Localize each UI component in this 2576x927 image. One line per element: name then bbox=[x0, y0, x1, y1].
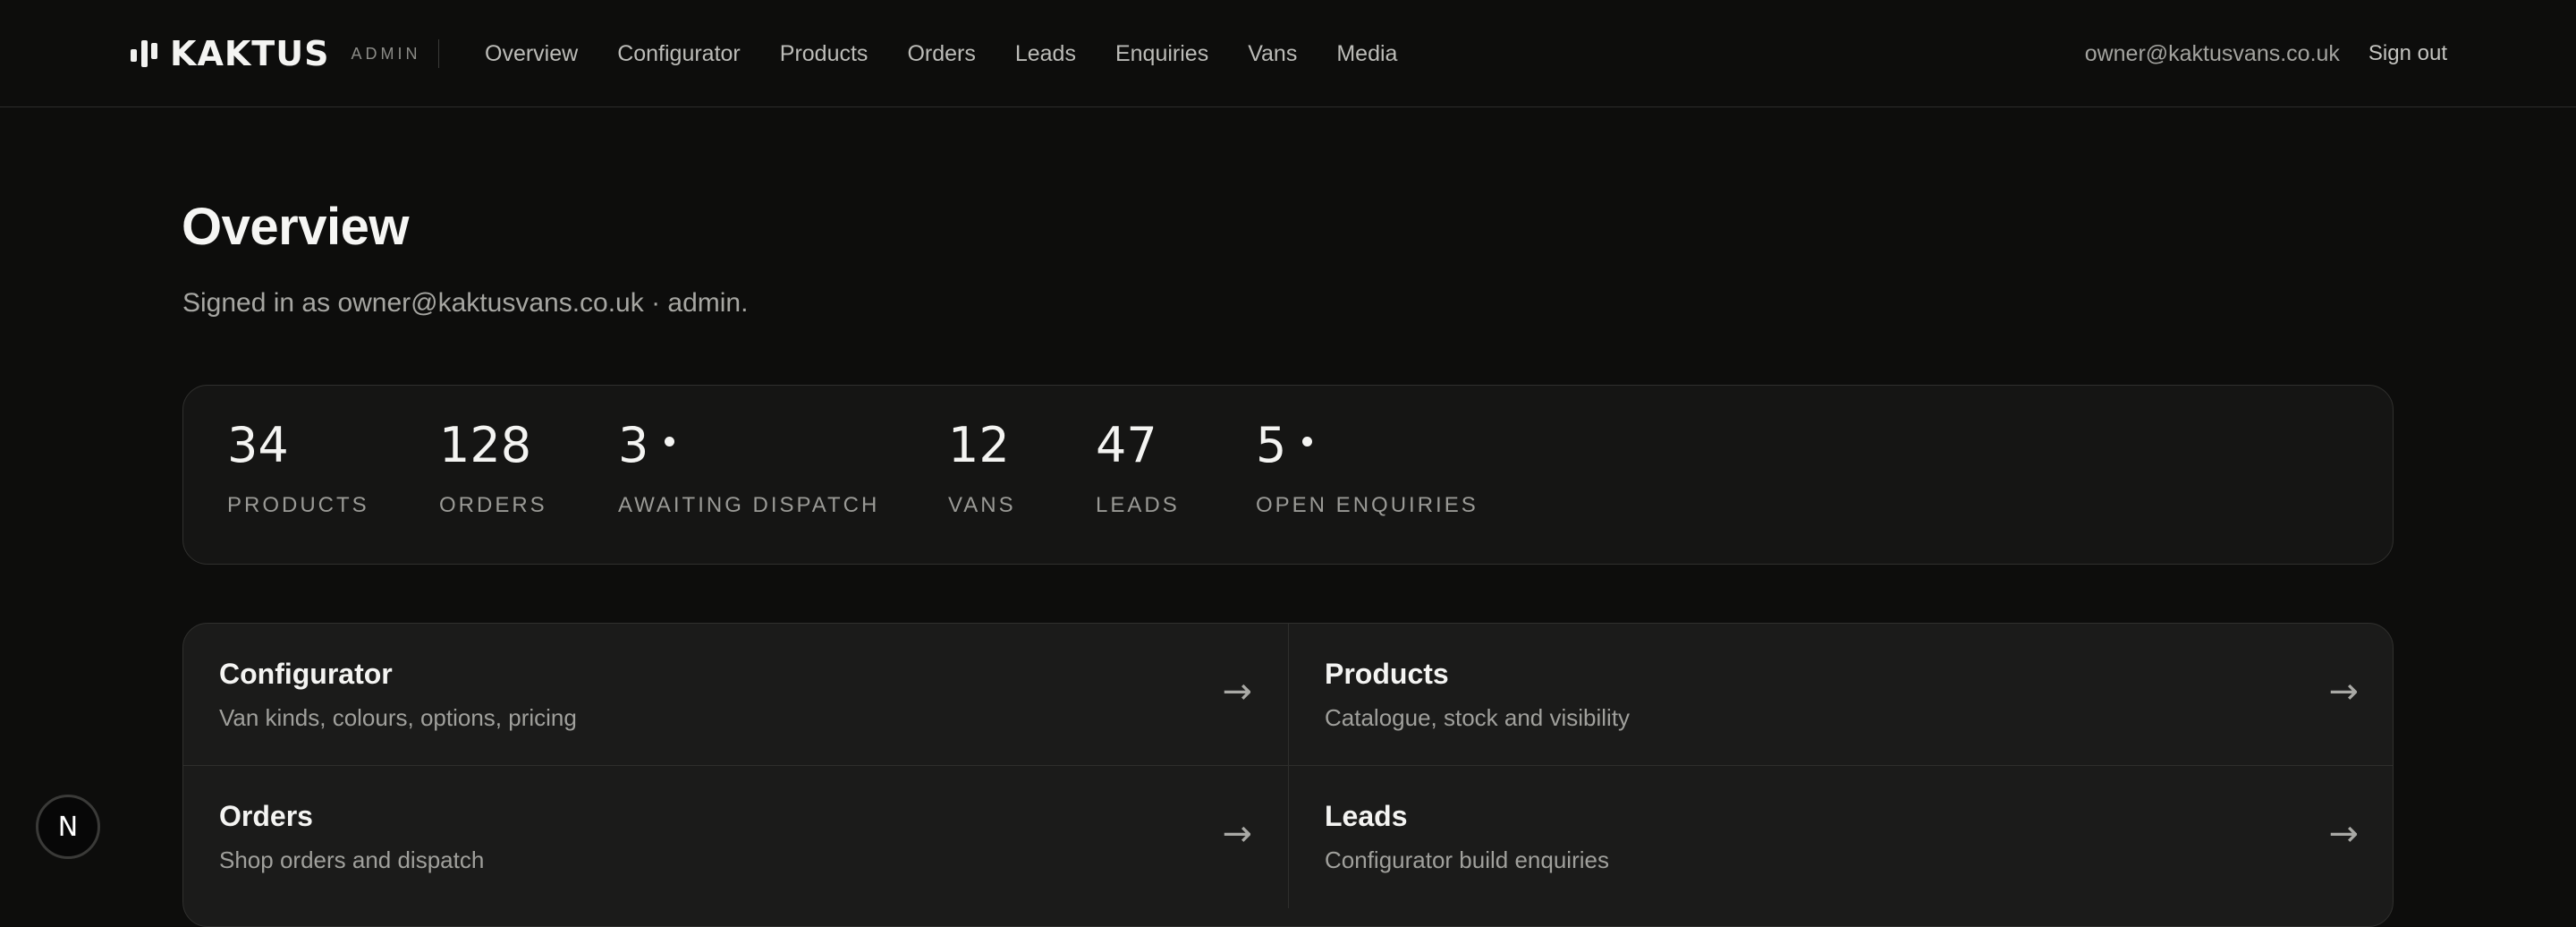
card-products[interactable]: Products Catalogue, stock and visibility… bbox=[1289, 624, 2393, 766]
card-description: Shop orders and dispatch bbox=[219, 846, 485, 873]
attention-dot-icon bbox=[1302, 436, 1313, 446]
stat-value: 5 bbox=[1256, 417, 1287, 473]
account-area: owner@kaktusvans.co.uk Sign out bbox=[2085, 36, 2447, 72]
card-title: Configurator bbox=[219, 658, 393, 690]
stat-label: VANS bbox=[948, 493, 1016, 517]
arrow-right-icon: → bbox=[1222, 813, 1252, 855]
stat-label: AWAITING DISPATCH bbox=[618, 493, 880, 517]
stat-vans: 12 VANS bbox=[948, 421, 1016, 518]
card-description: Configurator build enquiries bbox=[1325, 846, 1609, 873]
nav-item-enquiries[interactable]: Enquiries bbox=[1115, 41, 1208, 67]
card-title: Orders bbox=[219, 800, 313, 832]
card-title: Products bbox=[1325, 658, 1449, 690]
nav-item-orders[interactable]: Orders bbox=[907, 41, 975, 67]
stat-open-enquiries: 5 OPEN ENQUIRIES bbox=[1256, 421, 1479, 518]
brand-logo[interactable]: KAKTUS ADMIN bbox=[131, 36, 420, 72]
sign-out-button[interactable]: Sign out bbox=[2368, 41, 2447, 66]
stat-products: 34 PRODUCTS bbox=[227, 421, 369, 518]
nav-item-media[interactable]: Media bbox=[1336, 41, 1397, 67]
card-leads[interactable]: Leads Configurator build enquiries → bbox=[1289, 766, 2393, 908]
page-title: Overview bbox=[182, 198, 409, 256]
stat-value: 12 bbox=[948, 417, 1010, 473]
main-nav: Overview Configurator Products Orders Le… bbox=[485, 36, 1436, 72]
card-orders[interactable]: Orders Shop orders and dispatch → bbox=[183, 766, 1289, 908]
card-description: Van kinds, colours, options, pricing bbox=[219, 704, 577, 731]
stat-value: 34 bbox=[227, 417, 289, 473]
header-divider bbox=[438, 39, 439, 68]
page-subtitle: Signed in as owner@kaktusvans.co.uk · ad… bbox=[182, 288, 749, 318]
stat-value: 3 bbox=[618, 417, 649, 473]
stat-label: OPEN ENQUIRIES bbox=[1256, 493, 1479, 517]
kaktus-logo-icon bbox=[131, 39, 157, 68]
stat-value: 128 bbox=[439, 417, 532, 473]
brand-name: KAKTUS bbox=[170, 34, 330, 73]
stat-orders: 128 ORDERS bbox=[439, 421, 547, 518]
account-email: owner@kaktusvans.co.uk bbox=[2084, 40, 2340, 66]
stat-label: ORDERS bbox=[439, 493, 547, 517]
arrow-right-icon: → bbox=[1222, 671, 1252, 712]
nav-item-vans[interactable]: Vans bbox=[1248, 41, 1297, 67]
top-navigation-bar: KAKTUS ADMIN Overview Configurator Produ… bbox=[0, 0, 2576, 107]
card-title: Leads bbox=[1325, 800, 1408, 832]
stat-leads: 47 LEADS bbox=[1096, 421, 1180, 518]
nextjs-dev-indicator-icon[interactable]: N bbox=[36, 795, 100, 859]
attention-dot-icon bbox=[665, 436, 675, 446]
arrow-right-icon: → bbox=[2328, 671, 2359, 712]
arrow-right-icon: → bbox=[2328, 813, 2359, 855]
card-description: Catalogue, stock and visibility bbox=[1325, 704, 1631, 731]
stat-awaiting-dispatch: 3 AWAITING DISPATCH bbox=[618, 421, 879, 518]
nav-item-overview[interactable]: Overview bbox=[485, 41, 578, 67]
stat-label: LEADS bbox=[1096, 493, 1180, 517]
stats-panel: 34 PRODUCTS 128 ORDERS 3 AWAITING DISPAT… bbox=[182, 385, 2394, 565]
stat-value: 47 bbox=[1096, 417, 1157, 473]
brand-admin-tag: ADMIN bbox=[351, 44, 421, 63]
nav-item-configurator[interactable]: Configurator bbox=[617, 41, 741, 67]
card-configurator[interactable]: Configurator Van kinds, colours, options… bbox=[183, 624, 1289, 766]
section-links-grid: Configurator Van kinds, colours, options… bbox=[182, 623, 2394, 927]
nav-item-leads[interactable]: Leads bbox=[1015, 41, 1076, 67]
stat-label: PRODUCTS bbox=[227, 493, 369, 517]
nav-item-products[interactable]: Products bbox=[780, 41, 869, 67]
